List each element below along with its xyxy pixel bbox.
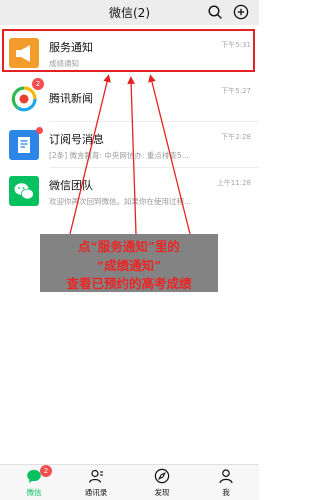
annotation-line: 查看已预约的高考成绩 — [66, 276, 192, 291]
tab-label: 通讯录 — [84, 488, 108, 497]
highlight-box — [2, 29, 255, 72]
tab-me[interactable]: 我 — [206, 465, 246, 500]
chat-time: 下午5:27 — [221, 87, 251, 95]
search-icon[interactable] — [207, 4, 223, 20]
chat-preview: 欢迎你再次回到微信。如果你在使用过程... — [49, 197, 192, 206]
chat-time: 上午11:28 — [216, 179, 251, 187]
person-icon — [219, 469, 233, 484]
add-circle-icon[interactable] — [233, 4, 249, 20]
annotation-box: 点“服务通知”里的 “成绩通知” 查看已预约的高考成绩 — [40, 234, 218, 292]
chat-item-subscriptions[interactable]: 订阅号消息 [2条] 微言教育: 中央网信办: 重点排查5... 下午2:28 — [0, 123, 259, 168]
unread-badge: 2 — [40, 465, 52, 477]
chat-time: 下午2:28 — [221, 133, 251, 141]
unread-dot — [36, 127, 43, 134]
tab-label: 发现 — [154, 488, 170, 497]
chat-name: 订阅号消息 — [49, 133, 104, 146]
tab-label: 我 — [222, 488, 230, 497]
chat-preview: [2条] 微言教育: 中央网信办: 重点排查5... — [49, 151, 189, 160]
chat-name: 腾讯新闻 — [49, 92, 93, 105]
tab-discover[interactable]: 发现 — [142, 465, 182, 500]
tab-bar: 2 微信 通讯录 发现 我 — [0, 464, 259, 500]
divider — [49, 167, 259, 168]
compass-icon — [154, 468, 170, 484]
chat-item-wechat-team[interactable]: 微信团队 欢迎你再次回到微信。如果你在使用过程... 上午11:28 — [0, 169, 259, 214]
top-bar: 微信(2) — [0, 0, 259, 25]
document-icon — [9, 130, 39, 160]
tab-contacts[interactable]: 通讯录 — [76, 465, 116, 500]
chat-name: 微信团队 — [49, 179, 93, 192]
annotation-line: 点“服务通知”里的 — [78, 239, 180, 254]
contacts-icon — [88, 469, 103, 483]
chat-item-tencent-news[interactable]: 2 腾讯新闻 下午5:27 — [0, 77, 259, 122]
divider — [49, 121, 259, 122]
wechat-icon — [9, 176, 39, 206]
tab-label: 微信 — [26, 488, 42, 497]
unread-badge: 2 — [32, 78, 44, 90]
annotation-line: “成绩通知” — [96, 258, 162, 273]
tab-chats[interactable]: 2 微信 — [14, 465, 54, 500]
